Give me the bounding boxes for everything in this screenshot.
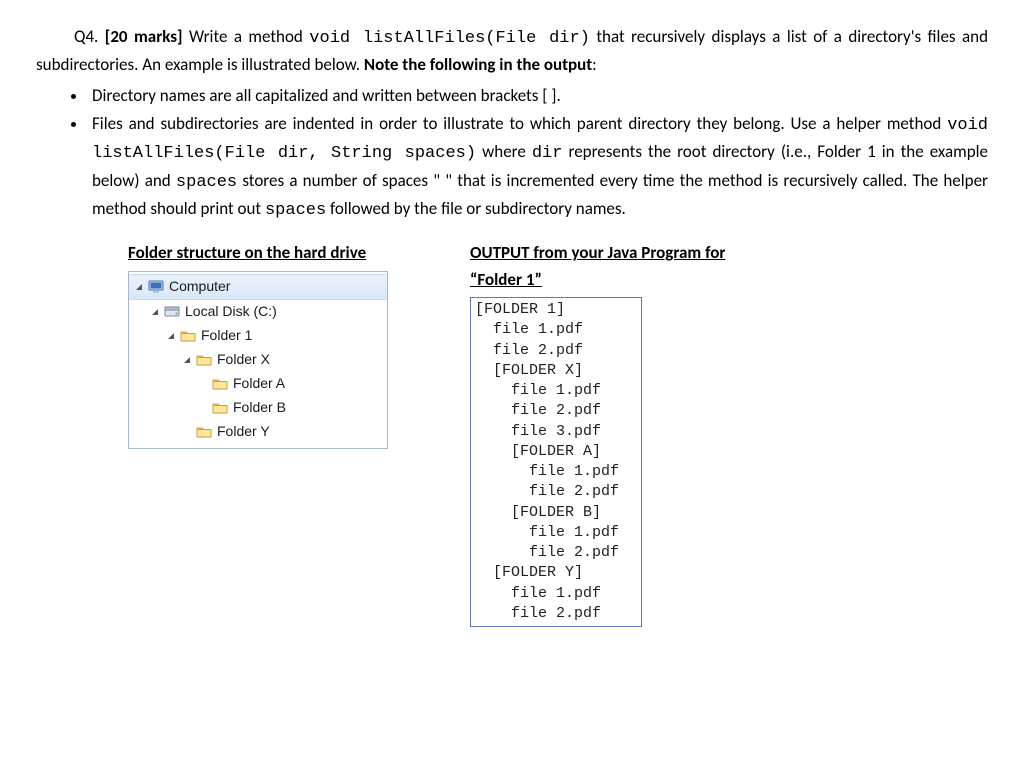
question-marks: [20 marks]: [105, 26, 183, 47]
bullet-1: Directory names are all capitalized and …: [88, 83, 988, 109]
q-text-1: Write a method: [183, 26, 310, 47]
b2-code3: spaces: [176, 173, 237, 192]
folder-icon: [179, 327, 197, 345]
tree-row[interactable]: Folder A: [129, 372, 387, 396]
b2-code4: spaces: [265, 201, 326, 220]
tree-row[interactable]: Folder 1: [129, 324, 387, 348]
tree-row[interactable]: Folder Y: [129, 420, 387, 444]
arrow-placeholder: [181, 426, 193, 438]
q-colon: :: [592, 54, 597, 75]
b2-mid1: where: [476, 141, 532, 162]
tree-label: Folder 1: [201, 325, 252, 347]
right-column: OUTPUT from your Java Program for “Folde…: [470, 240, 770, 627]
question-number: Q4.: [74, 26, 98, 47]
tree-label: Folder A: [233, 373, 285, 395]
tree-label: Folder X: [217, 349, 270, 371]
right-title-2: “Folder 1”: [470, 269, 542, 290]
tree-label: Local Disk (C:): [185, 301, 277, 323]
tree-label: Folder Y: [217, 421, 270, 443]
folder-icon: [211, 375, 229, 393]
tree-label: Computer: [169, 276, 230, 298]
b2-code2: dir: [532, 144, 563, 163]
folder-tree: ComputerLocal Disk (C:)Folder 1Folder XF…: [128, 271, 388, 449]
example-columns: Folder structure on the hard drive Compu…: [128, 240, 988, 627]
bullet-1-text: Directory names are all capitalized and …: [92, 85, 561, 106]
right-title-1: OUTPUT from your Java Program for: [470, 242, 725, 263]
tree-row[interactable]: Computer: [129, 274, 387, 300]
tree-label: Folder B: [233, 397, 286, 419]
b2-mid4: followed by the file or subdirectory nam…: [326, 198, 626, 219]
expand-arrow-icon[interactable]: [181, 354, 193, 366]
right-title: OUTPUT from your Java Program for “Folde…: [470, 240, 770, 293]
folder-icon: [195, 351, 213, 369]
folder-icon: [211, 399, 229, 417]
folder-icon: [195, 423, 213, 441]
arrow-placeholder: [197, 402, 209, 414]
drive-icon: [163, 303, 181, 321]
q-bold-tail: Note the following in the output: [364, 54, 592, 75]
expand-arrow-icon[interactable]: [133, 281, 145, 293]
question-paragraph: Q4. [20 marks] Write a method void listA…: [36, 24, 988, 79]
tree-row[interactable]: Folder X: [129, 348, 387, 372]
b2-pre: Files and subdirectories are indented in…: [92, 113, 947, 134]
tree-row[interactable]: Folder B: [129, 396, 387, 420]
bullet-list: Directory names are all capitalized and …: [88, 83, 988, 225]
output-box: [FOLDER 1] file 1.pdf file 2.pdf [FOLDER…: [470, 297, 642, 627]
left-title: Folder structure on the hard drive: [128, 240, 426, 266]
arrow-placeholder: [197, 378, 209, 390]
code-method-sig: void listAllFiles(File dir): [309, 29, 590, 48]
computer-icon: [147, 278, 165, 296]
expand-arrow-icon[interactable]: [165, 330, 177, 342]
tree-row[interactable]: Local Disk (C:): [129, 300, 387, 324]
left-column: Folder structure on the hard drive Compu…: [128, 240, 426, 627]
bullet-2: Files and subdirectories are indented in…: [88, 111, 988, 224]
expand-arrow-icon[interactable]: [149, 306, 161, 318]
